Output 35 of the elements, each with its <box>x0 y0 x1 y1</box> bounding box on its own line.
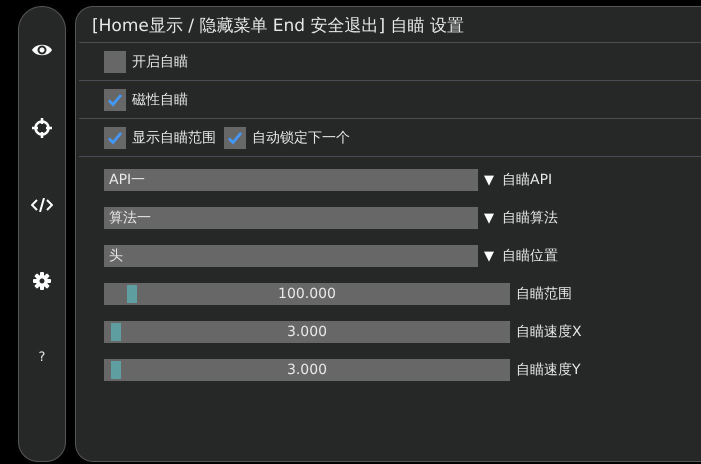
slider-label: 自瞄范围 <box>516 285 572 303</box>
dropdown-arrow[interactable]: ▼ <box>484 248 496 264</box>
checkbox-label: 自动锁定下一个 <box>252 128 350 146</box>
crosshair-icon[interactable] <box>32 118 52 138</box>
slider-value: 100.000 <box>278 286 336 302</box>
slider-value: 3.000 <box>286 324 328 340</box>
checkbox-label: 磁性自瞄 <box>132 90 188 108</box>
checkbox[interactable] <box>104 126 126 148</box>
slider-thumb[interactable] <box>110 361 121 379</box>
checkbox-label: 显示自瞄范围 <box>132 128 216 146</box>
slider-thumb[interactable] <box>110 323 121 341</box>
panel-title: [Home显示 / 隐藏菜单 End 安全退出] 自瞄 设置 <box>79 11 701 43</box>
slider[interactable]: 3.000 <box>104 359 510 381</box>
dropdown[interactable]: 算法一 <box>104 207 478 229</box>
slider-value: 3.000 <box>286 362 328 378</box>
eye-icon[interactable] <box>31 42 53 58</box>
dropdown-arrow[interactable]: ▼ <box>484 172 496 188</box>
dropdown-label: 自瞄位置 <box>502 247 558 265</box>
slider-label: 自瞄速度Y <box>516 361 581 379</box>
gear-icon[interactable] <box>33 272 51 290</box>
dropdown[interactable]: 头 <box>104 245 478 267</box>
dropdown-label: 自瞄算法 <box>502 209 558 227</box>
slider-thumb[interactable] <box>126 285 136 303</box>
dropdown[interactable]: API一 <box>104 169 478 191</box>
slider[interactable]: 100.000 <box>104 283 510 305</box>
help-button[interactable]: ? <box>38 350 46 366</box>
dropdown-arrow[interactable]: ▼ <box>484 210 496 226</box>
slider[interactable]: 3.000 <box>104 321 510 343</box>
checkbox[interactable] <box>224 126 246 148</box>
slider-label: 自瞄速度X <box>516 323 582 341</box>
dropdown-label: 自瞄API <box>502 171 552 189</box>
checkbox[interactable] <box>104 88 126 110</box>
code-icon[interactable] <box>31 198 53 212</box>
checkbox[interactable] <box>104 50 126 72</box>
checkbox-label: 开启自瞄 <box>132 52 188 70</box>
